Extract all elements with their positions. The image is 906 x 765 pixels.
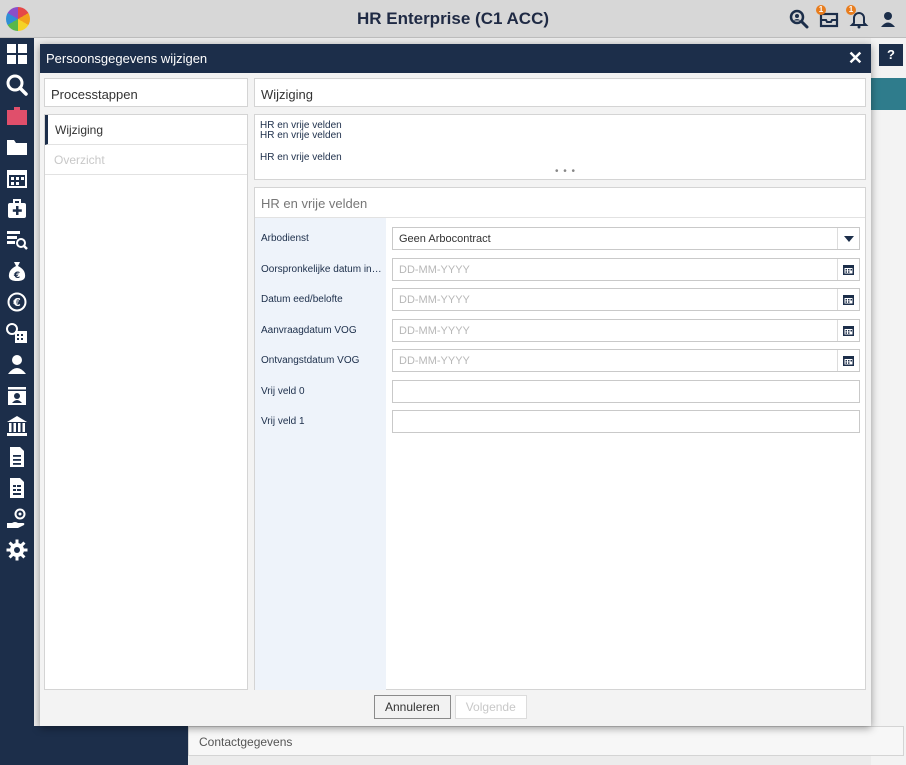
select-value: Geen Arbocontract bbox=[399, 233, 491, 245]
svg-text:€: € bbox=[12, 296, 21, 309]
document-icon[interactable] bbox=[0, 441, 34, 472]
person-icon[interactable] bbox=[0, 348, 34, 379]
form-row-free-field-1: Vrij veld 1 bbox=[255, 410, 867, 433]
form-row-vog-received-date: Ontvangstdatum VOG DD-MM-YYYY bbox=[255, 349, 867, 372]
svg-text:€: € bbox=[13, 271, 20, 281]
original-date-input[interactable]: DD-MM-YYYY bbox=[392, 258, 860, 281]
hr-fields-form: HR en vrije velden Arbodienst Geen Arboc… bbox=[254, 187, 866, 690]
close-icon[interactable]: ✕ bbox=[848, 48, 863, 68]
inbox-badge: 1 bbox=[816, 5, 826, 15]
contact-section-header[interactable]: Contactgegevens bbox=[188, 726, 904, 756]
field-label: Arbodienst bbox=[261, 233, 309, 244]
step-wijziging[interactable]: Wijziging bbox=[45, 115, 247, 145]
form-row-arbodienst: Arbodienst Geen Arbocontract bbox=[255, 227, 867, 250]
summary-line: HR en vrije velden bbox=[260, 152, 342, 163]
step-overzicht: Overzicht bbox=[45, 145, 247, 175]
next-button: Volgende bbox=[454, 695, 527, 719]
field-label: Oorspronkelijke datum in di... bbox=[261, 264, 383, 275]
form-title: HR en vrije velden bbox=[255, 188, 865, 218]
help-button[interactable]: ? bbox=[879, 44, 903, 66]
main-sidebar: € € bbox=[0, 38, 34, 765]
edit-personal-data-dialog: Persoonsgegevens wijzigen ✕ Processtappe… bbox=[40, 44, 871, 726]
free-field-1-input[interactable] bbox=[392, 410, 860, 433]
badge-icon[interactable] bbox=[0, 379, 34, 410]
date-placeholder: DD-MM-YYYY bbox=[399, 355, 470, 367]
gear-icon[interactable] bbox=[0, 534, 34, 565]
field-label: Aanvraagdatum VOG bbox=[261, 325, 357, 336]
folder-icon[interactable] bbox=[0, 131, 34, 162]
dashboard-icon[interactable] bbox=[0, 38, 34, 69]
vog-received-date-input[interactable]: DD-MM-YYYY bbox=[392, 349, 860, 372]
calendar-picker-icon[interactable] bbox=[837, 289, 859, 310]
calendar-picker-icon[interactable] bbox=[837, 259, 859, 280]
user-icon[interactable] bbox=[878, 8, 900, 30]
caret-down-icon bbox=[843, 235, 854, 242]
top-bar: HR Enterprise (C1 ACC) 1 1 bbox=[0, 0, 906, 38]
bell-badge: 1 bbox=[846, 5, 856, 15]
medical-kit-icon[interactable] bbox=[0, 193, 34, 224]
dialog-header: Persoonsgegevens wijzigen ✕ bbox=[40, 44, 871, 73]
bank-icon[interactable] bbox=[0, 410, 34, 441]
cancel-button[interactable]: Annuleren bbox=[374, 695, 451, 719]
form-row-oath-date: Datum eed/belofte DD-MM-YYYY bbox=[255, 288, 867, 311]
expand-summary-icon[interactable]: • • • bbox=[555, 167, 576, 177]
dialog-title: Persoonsgegevens wijzigen bbox=[46, 51, 208, 66]
main-section-title: Wijziging bbox=[254, 78, 866, 107]
euro-cycle-icon[interactable]: € bbox=[0, 286, 34, 317]
change-summary: HR en vrije velden HR en vrije velden HR… bbox=[254, 114, 866, 180]
form-row-vog-request-date: Aanvraagdatum VOG DD-MM-YYYY bbox=[255, 319, 867, 342]
background-tab bbox=[871, 78, 906, 110]
background-panel bbox=[871, 38, 906, 765]
date-placeholder: DD-MM-YYYY bbox=[399, 294, 470, 306]
field-label: Vrij veld 0 bbox=[261, 386, 305, 397]
top-icons: 1 1 bbox=[788, 5, 900, 30]
date-placeholder: DD-MM-YYYY bbox=[399, 325, 470, 337]
free-field-0-input[interactable] bbox=[392, 380, 860, 403]
dropdown-button[interactable] bbox=[837, 228, 859, 249]
process-steps-title: Processtappen bbox=[44, 78, 248, 107]
search-user-icon[interactable] bbox=[788, 8, 810, 30]
calendar-icon[interactable] bbox=[0, 162, 34, 193]
field-label: Datum eed/belofte bbox=[261, 294, 343, 305]
id-card-icon[interactable] bbox=[0, 100, 34, 131]
field-label: Vrij veld 1 bbox=[261, 416, 305, 427]
search-icon[interactable] bbox=[0, 69, 34, 100]
summary-line: HR en vrije velden bbox=[260, 120, 342, 131]
form-row-free-field-0: Vrij veld 0 bbox=[255, 380, 867, 403]
oath-date-input[interactable]: DD-MM-YYYY bbox=[392, 288, 860, 311]
form-row-original-date: Oorspronkelijke datum in di... DD-MM-YYY… bbox=[255, 258, 867, 281]
app-title: HR Enterprise (C1 ACC) bbox=[356, 9, 550, 28]
calendar-picker-icon[interactable] bbox=[837, 350, 859, 371]
document-list-icon[interactable] bbox=[0, 472, 34, 503]
arbodienst-select[interactable]: Geen Arbocontract bbox=[392, 227, 860, 250]
background-sidebar-panel bbox=[34, 726, 188, 765]
date-placeholder: DD-MM-YYYY bbox=[399, 264, 470, 276]
field-label: Ontvangstdatum VOG bbox=[261, 355, 360, 366]
calendar-clock-icon[interactable] bbox=[0, 317, 34, 348]
report-search-icon[interactable] bbox=[0, 224, 34, 255]
money-bag-icon[interactable]: € bbox=[0, 255, 34, 286]
process-steps-list: Wijziging Overzicht bbox=[44, 114, 248, 690]
vog-request-date-input[interactable]: DD-MM-YYYY bbox=[392, 319, 860, 342]
dialog-actions: Annuleren Volgende bbox=[374, 695, 527, 719]
inbox-icon[interactable]: 1 bbox=[816, 5, 840, 30]
bell-icon[interactable]: 1 bbox=[846, 5, 870, 30]
hand-coin-icon[interactable] bbox=[0, 503, 34, 534]
calendar-picker-icon[interactable] bbox=[837, 320, 859, 341]
summary-line: HR en vrije velden bbox=[260, 130, 342, 141]
